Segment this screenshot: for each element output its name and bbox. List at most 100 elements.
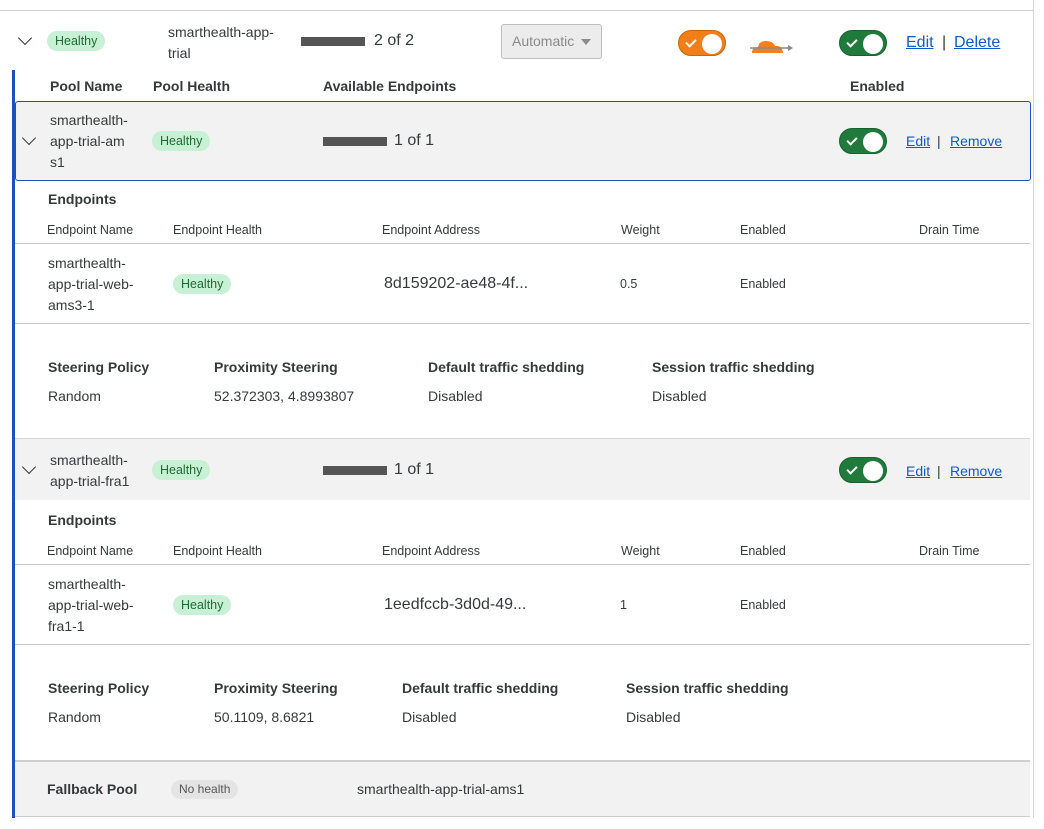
col-enabled: Enabled [850, 78, 905, 94]
pool-edit-link[interactable]: Edit [906, 463, 930, 479]
right-border [1033, 0, 1034, 818]
col-endpoint-health: Endpoint Health [173, 544, 262, 558]
load-balancer-name: smarthealth-app-trial [168, 24, 274, 61]
proximity-steering-label: Proximity Steering [214, 359, 338, 375]
session-shedding-label: Session traffic shedding [652, 359, 815, 375]
endpoint-name-line: ams3-1 [48, 297, 95, 313]
endpoint-name-line: fra1-1 [48, 618, 85, 634]
col-enabled: Enabled [740, 223, 786, 237]
steering-select-value: Automatic [512, 33, 575, 49]
endpoint-name-line: app-trial-web- [48, 597, 134, 613]
session-shedding-value: Disabled [652, 388, 707, 404]
col-endpoint-name: Endpoint Name [47, 544, 134, 558]
pool-name-line: app-trial-fra1 [50, 473, 130, 489]
endpoint-weight: 1 [620, 598, 627, 612]
check-icon [846, 463, 858, 475]
pool-health-badge: Healthy [152, 131, 211, 151]
pool-edit-link[interactable]: Edit [906, 133, 930, 149]
endpoint-enabled: Enabled [740, 277, 786, 291]
session-shedding-value: Disabled [626, 709, 681, 725]
fallback-pool-label: Fallback Pool [47, 781, 138, 797]
table-divider [15, 644, 1030, 645]
table-divider [15, 243, 1030, 244]
check-icon [846, 134, 858, 146]
toggle-knob [863, 132, 883, 152]
default-shedding-value: Disabled [402, 709, 457, 725]
col-endpoint-name: Endpoint Name [47, 223, 134, 237]
check-icon [846, 36, 858, 48]
endpoint-weight: 0.5 [620, 277, 638, 291]
session-shedding-label: Session traffic shedding [626, 680, 789, 696]
endpoint-health-badge: Healthy [173, 274, 232, 294]
endpoints-availability-bar [301, 37, 365, 46]
proximity-steering-value: 52.372303, 4.8993807 [214, 388, 355, 404]
endpoint-name-line: smarthealth- [48, 255, 126, 271]
toggle-knob [863, 461, 883, 481]
endpoint-name: smarthealth- app-trial-web- ams3-1 [48, 253, 134, 316]
col-pool-name: Pool Name [50, 78, 123, 94]
steering-policy-value: Random [48, 709, 101, 725]
top-divider [0, 10, 1034, 11]
col-drain-time: Drain Time [919, 223, 980, 237]
dropdown-caret-icon [581, 39, 591, 45]
pool-remove-link[interactable]: Remove [950, 133, 1002, 149]
endpoint-name: smarthealth- app-trial-web- fra1-1 [48, 574, 134, 637]
edit-link[interactable]: Edit [906, 34, 934, 52]
endpoint-address: 8d159202-ae48-4f... [384, 275, 529, 292]
endpoint-address: 1eedfccb-3d0d-49... [384, 596, 527, 613]
status-badge: Healthy [47, 31, 106, 51]
endpoints-title: Endpoints [48, 191, 117, 207]
col-available-endpoints: Available Endpoints [323, 78, 457, 94]
pool-name-line: s1 [50, 154, 65, 170]
endpoint-health-badge: Healthy [173, 595, 232, 615]
default-shedding-label: Default traffic shedding [402, 680, 559, 696]
steering-policy-label: Steering Policy [48, 680, 150, 696]
enabled-toggle[interactable] [839, 30, 887, 56]
endpoints-count: 1 of 1 [394, 132, 435, 149]
endpoints-title: Endpoints [48, 512, 117, 528]
pool-remove-link[interactable]: Remove [950, 463, 1002, 479]
delete-link[interactable]: Delete [954, 34, 1000, 52]
col-endpoint-health: Endpoint Health [173, 223, 262, 237]
endpoints-availability-bar [323, 137, 387, 146]
table-divider [15, 323, 1030, 324]
chevron-down-icon[interactable] [17, 30, 33, 46]
pool-name: smarthealth- app-trial-fra1 [50, 450, 129, 492]
col-endpoint-address: Endpoint Address [382, 544, 480, 558]
endpoints-availability-bar [323, 466, 387, 475]
steering-select[interactable]: Automatic [501, 24, 602, 59]
col-pool-health: Pool Health [153, 78, 231, 94]
col-drain-time: Drain Time [919, 544, 980, 558]
check-icon [685, 36, 697, 48]
separator: | [937, 463, 941, 479]
default-shedding-label: Default traffic shedding [428, 359, 585, 375]
proximity-steering-value: 50.1109, 8.6821 [214, 709, 315, 725]
col-endpoint-address: Endpoint Address [382, 223, 480, 237]
separator: | [942, 34, 947, 51]
pool-enabled-toggle[interactable] [839, 128, 887, 154]
pool-name-line: smarthealth- [50, 452, 128, 468]
separator: | [937, 133, 941, 149]
pool-name: smarthealth- app-trial-am s1 [50, 110, 128, 173]
toggle-knob [863, 34, 883, 54]
col-weight: Weight [621, 544, 660, 558]
table-divider [15, 564, 1030, 565]
default-shedding-value: Disabled [428, 388, 483, 404]
pool-enabled-toggle[interactable] [839, 457, 887, 483]
fallback-health-badge: No health [171, 780, 239, 799]
pool-name-line: smarthealth- [50, 112, 128, 128]
endpoint-name-line: smarthealth- [48, 576, 126, 592]
proxy-toggle[interactable] [678, 30, 726, 56]
endpoints-count: 1 of 1 [394, 461, 435, 478]
pool-health-badge: Healthy [152, 460, 211, 480]
fallback-pool-name: smarthealth-app-trial-ams1 [357, 781, 525, 797]
pool-name-line: app-trial-am [50, 133, 125, 149]
endpoint-name-line: app-trial-web- [48, 276, 134, 292]
col-enabled: Enabled [740, 544, 786, 558]
steering-policy-value: Random [48, 388, 101, 404]
toggle-knob [702, 34, 722, 54]
cloud-proxy-icon [750, 41, 793, 53]
steering-policy-label: Steering Policy [48, 359, 150, 375]
proximity-steering-label: Proximity Steering [214, 680, 338, 696]
endpoint-enabled: Enabled [740, 598, 786, 612]
